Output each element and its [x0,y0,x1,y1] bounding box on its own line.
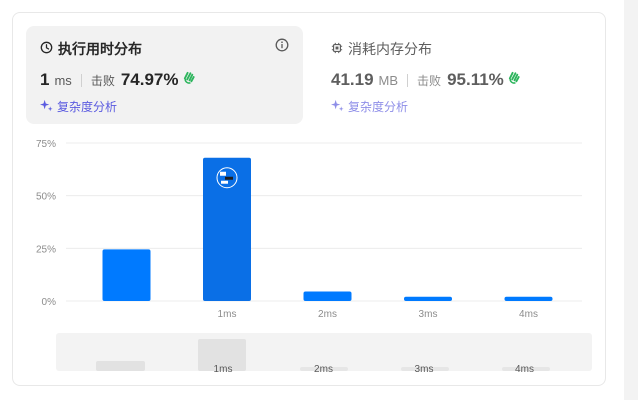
x-tick-label: 4ms [519,309,538,320]
y-tick-label: 0% [42,297,57,308]
x-tick-label: 3ms [419,309,438,320]
y-tick-label: 75% [36,139,56,150]
overview-bar [96,361,145,371]
user-marker-icon [216,167,238,189]
y-tick-label: 25% [36,244,56,255]
bar[interactable] [504,296,553,301]
x-tick-label: 2ms [318,309,337,320]
bar[interactable] [102,249,151,301]
marker-glyph [220,171,226,176]
runtime-distribution-chart: 75% 50% 25% 0% 1ms 2ms 3ms 4ms 1ms 2ms 3ms 4ms [36,139,592,375]
overview-tick-label: 1ms [214,364,233,375]
x-tick-label: 1ms [218,309,237,320]
overview-tick-label: 4ms [515,364,534,375]
bar[interactable] [404,296,452,301]
overview-tick-label: 2ms [314,364,333,375]
overview-tick-label: 3ms [415,364,434,375]
marker-glyph [225,176,233,180]
bar[interactable] [303,291,352,301]
y-tick-label: 50% [36,192,56,203]
marker-glyph [221,180,228,184]
